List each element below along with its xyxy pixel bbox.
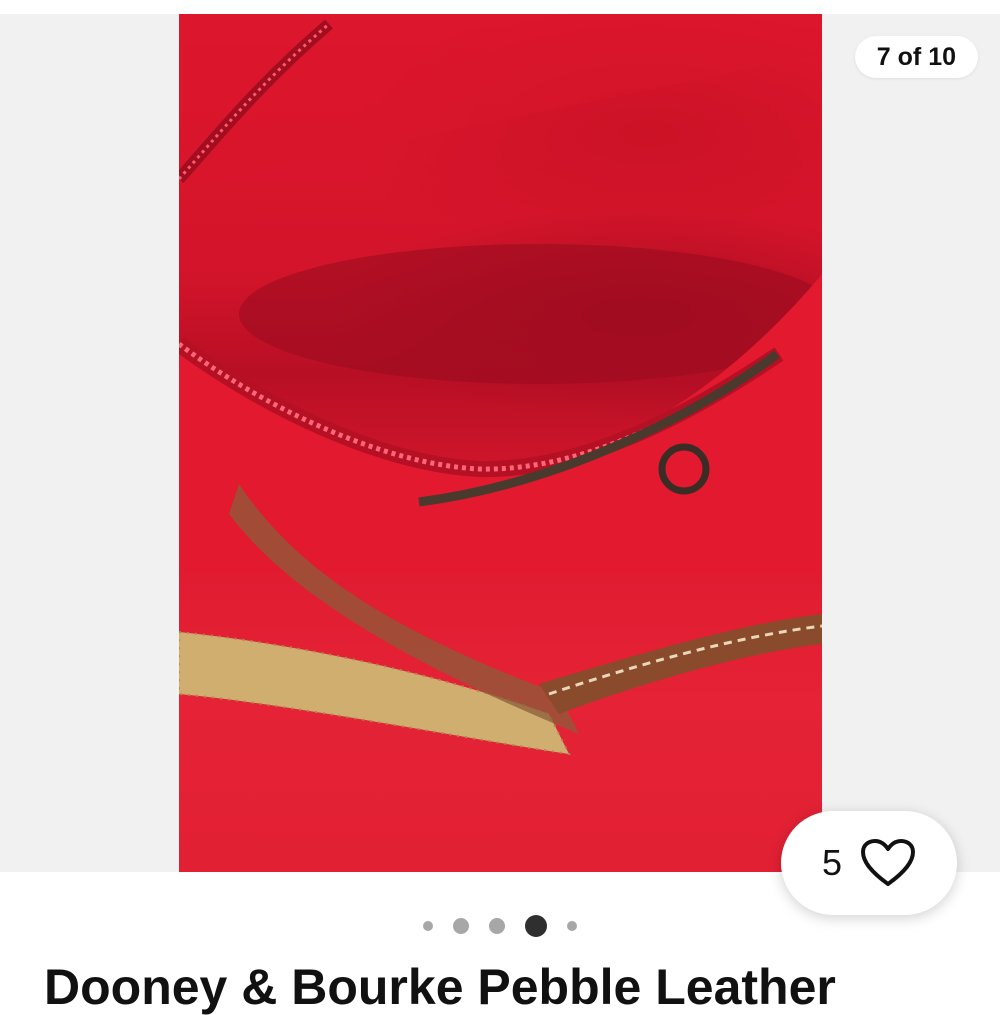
product-photo[interactable] — [179, 14, 822, 872]
pagination-dot[interactable] — [567, 921, 577, 931]
pagination-dot[interactable] — [489, 918, 505, 934]
like-button[interactable]: 5 — [781, 811, 957, 915]
pagination-dot[interactable] — [453, 918, 469, 934]
image-counter-badge: 7 of 10 — [854, 36, 978, 78]
listing-title: Dooney & Bourke Pebble Leather — [44, 959, 836, 1015]
pagination-dot[interactable] — [423, 921, 433, 931]
gallery-pagination-dots — [0, 914, 1000, 938]
pagination-dot-active[interactable] — [525, 915, 547, 937]
like-count: 5 — [821, 842, 843, 883]
image-gallery[interactable]: 7 of 10 — [0, 14, 1000, 872]
bag-interior-illustration — [179, 14, 822, 756]
heart-outline-icon — [860, 838, 916, 888]
